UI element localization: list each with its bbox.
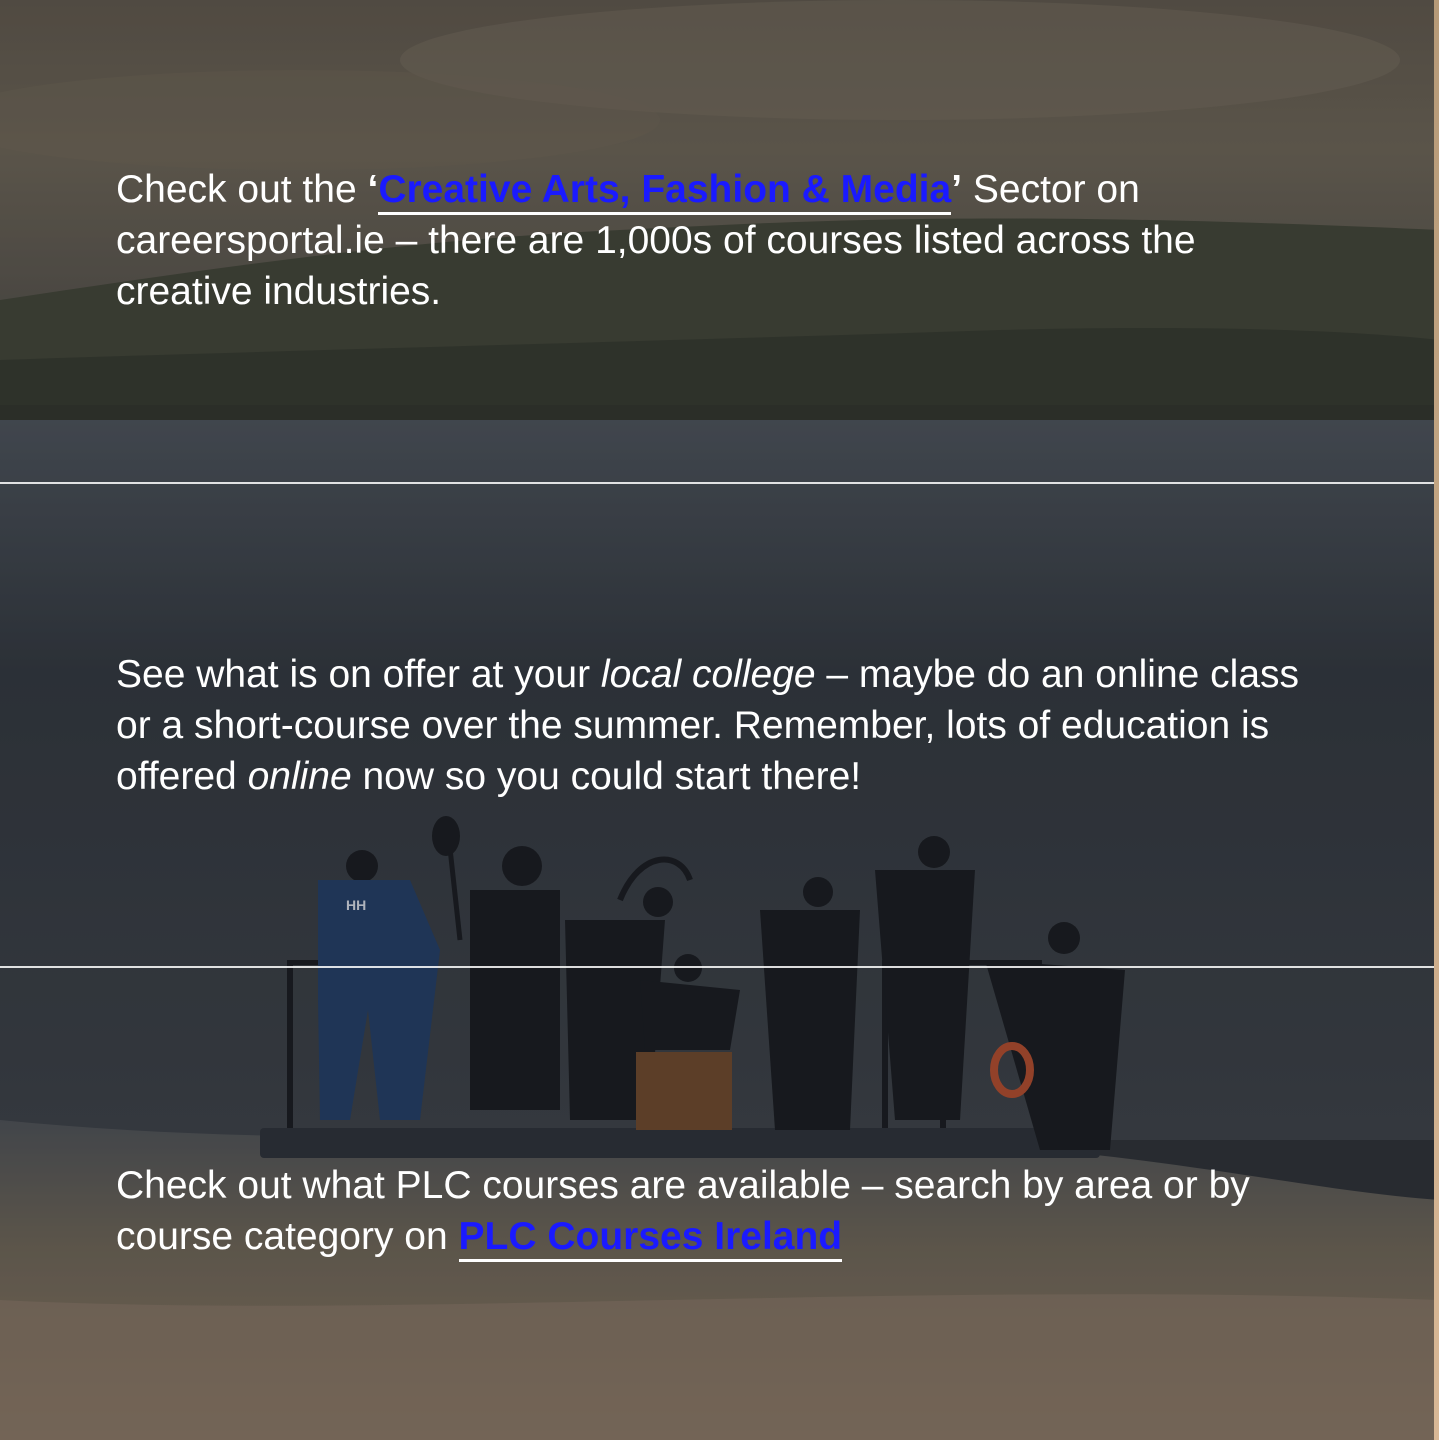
tip2-local-college: local college (600, 653, 816, 696)
tip2-online: online (247, 755, 352, 798)
page-edge (1434, 0, 1439, 1440)
tip-local-college: See what is on offer at your local colle… (116, 649, 1336, 802)
tip-creative-arts: Check out the ‘Creative Arts, Fashion & … (116, 164, 1336, 317)
quote-close: ’ (951, 168, 963, 211)
plc-courses-link[interactable]: PLC Courses Ireland (458, 1215, 843, 1262)
tip1-prefix: Check out the (116, 168, 368, 211)
creative-arts-link[interactable]: Creative Arts, Fashion & Media (378, 168, 952, 215)
tip-plc-courses: Check out what PLC courses are available… (116, 1160, 1336, 1262)
divider-top (0, 482, 1434, 484)
tip2-part1: See what is on offer at your (116, 653, 601, 696)
divider-bottom (0, 966, 1434, 968)
quote-open: ‘ (367, 168, 379, 211)
tip2-part3: now so you could start there! (351, 755, 862, 798)
